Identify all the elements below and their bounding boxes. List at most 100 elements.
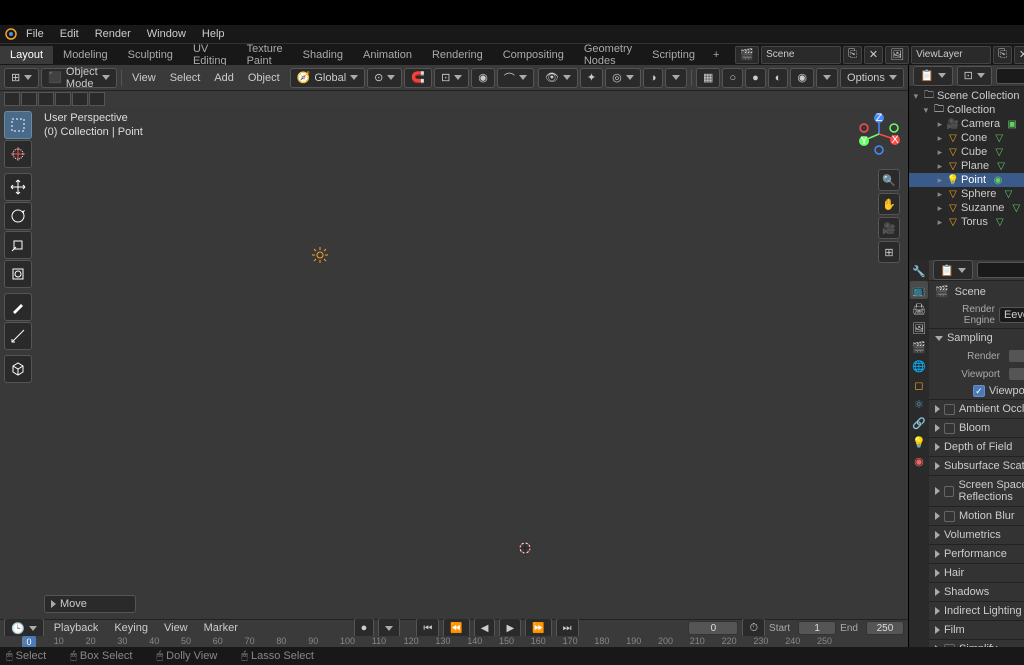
options-button[interactable]: Options	[840, 68, 904, 88]
axis-gizmo[interactable]: Z X Y	[858, 113, 900, 155]
section-ambient-occlusion[interactable]: Ambient Occlusion	[929, 399, 1024, 418]
tree-item-camera[interactable]: ▸🎥Camera▣◎📷	[909, 117, 1024, 131]
ptab-viewlayer[interactable]: 🖼	[910, 319, 928, 337]
tab-rendering[interactable]: Rendering	[422, 46, 493, 64]
tool-measure[interactable]	[4, 322, 32, 350]
add-workspace-button[interactable]: +	[705, 46, 727, 64]
prop-editor-type[interactable]: 📋	[933, 260, 973, 280]
snap-target[interactable]: ⊡	[434, 68, 469, 88]
tool-select-box[interactable]	[4, 111, 32, 139]
outliner-search[interactable]	[996, 68, 1024, 84]
editor-type-button[interactable]: ⊞	[4, 68, 39, 88]
scene-browser-button[interactable]: 🎬	[735, 46, 759, 64]
snap-opt-1[interactable]	[4, 92, 20, 106]
viewlayer-browser-button[interactable]: 🖼	[885, 46, 909, 64]
proportional-toggle[interactable]: ◉	[471, 68, 495, 88]
gizmo-menu[interactable]: ◎	[605, 68, 641, 88]
selectability-button[interactable]: 👁	[538, 68, 578, 88]
expand-icon[interactable]: ▸	[935, 203, 945, 214]
display-mode[interactable]: ⊡	[957, 66, 992, 86]
tab-animation[interactable]: Animation	[353, 46, 422, 64]
blender-logo-icon[interactable]	[4, 27, 18, 41]
snap-opt-6[interactable]	[89, 92, 105, 106]
delete-scene-button[interactable]: ✕	[864, 46, 883, 64]
ptab-data[interactable]: 💡	[910, 433, 928, 451]
ptab-constraints[interactable]: 🔗	[910, 414, 928, 432]
overlays-menu[interactable]	[665, 68, 687, 88]
snap-opt-5[interactable]	[72, 92, 88, 106]
tl-view[interactable]: View	[158, 620, 194, 636]
section-subsurface-scattering[interactable]: Subsurface Scattering	[929, 456, 1024, 475]
pivot-button[interactable]: ⊙	[367, 68, 402, 88]
menu-edit[interactable]: Edit	[52, 26, 87, 42]
tab-compositing[interactable]: Compositing	[493, 46, 574, 64]
ptab-tool[interactable]: 🔧	[910, 262, 928, 280]
last-operator-panel[interactable]: Move	[44, 595, 136, 613]
h-object[interactable]: Object	[242, 70, 286, 86]
keyframe-prev[interactable]: ⏪	[443, 618, 469, 638]
end-frame-field[interactable]: 250	[866, 621, 904, 635]
ptab-physics[interactable]: ⚛	[910, 395, 928, 413]
camera-view-button[interactable]: 🎥	[878, 217, 900, 239]
ptab-output[interactable]: 🖨	[910, 300, 928, 318]
shade-solid[interactable]: ●	[745, 68, 766, 88]
tree-collection[interactable]: ▾ 🗀 Collection ☑◎📷	[909, 103, 1024, 117]
pan-button[interactable]: ✋	[878, 193, 900, 215]
expand-icon[interactable]: ▸	[935, 175, 945, 186]
tree-item-suzanne[interactable]: ▸▽Suzanne▽◎📷	[909, 201, 1024, 215]
jump-start[interactable]: ⏮	[416, 618, 439, 638]
h-select[interactable]: Select	[164, 70, 207, 86]
snap-opt-3[interactable]	[38, 92, 54, 106]
checkbox-icon[interactable]	[944, 423, 955, 434]
tree-item-torus[interactable]: ▸▽Torus▽◎📷	[909, 215, 1024, 229]
render-engine-select[interactable]: Eevee	[999, 307, 1024, 323]
tab-shading[interactable]: Shading	[293, 46, 353, 64]
prop-search[interactable]	[977, 262, 1024, 278]
tab-scripting[interactable]: Scripting	[642, 46, 705, 64]
tab-modeling[interactable]: Modeling	[53, 46, 118, 64]
scene-name-field[interactable]: Scene	[761, 46, 841, 64]
new-viewlayer-button[interactable]: ⎘	[993, 46, 1012, 64]
tl-playback[interactable]: Playback	[48, 620, 105, 636]
outliner-type[interactable]: 📋	[913, 66, 953, 86]
point-light-object[interactable]	[312, 247, 328, 263]
tl-keying[interactable]: Keying	[108, 620, 154, 636]
expand-icon[interactable]: ▸	[935, 217, 945, 228]
viewlayer-name-field[interactable]: ViewLayer	[911, 46, 991, 64]
menu-render[interactable]: Render	[87, 26, 139, 42]
tool-move[interactable]	[4, 173, 32, 201]
snap-toggle[interactable]: 🧲	[404, 68, 432, 88]
play-rev[interactable]: ◀	[474, 618, 496, 638]
3d-viewport[interactable]: User Perspective (0) Collection | Point …	[0, 107, 908, 619]
tree-item-cube[interactable]: ▸▽Cube▽◎📷	[909, 145, 1024, 159]
autokey-toggle[interactable]: ●	[354, 618, 375, 638]
expand-icon[interactable]: ▸	[935, 147, 945, 158]
snap-opt-4[interactable]	[55, 92, 71, 106]
autokey-menu[interactable]	[378, 618, 400, 638]
keyframe-next[interactable]: ⏩	[525, 618, 551, 638]
mode-select[interactable]: ⬛Object Mode	[41, 68, 117, 88]
collapse-icon[interactable]: ▾	[911, 91, 921, 102]
tl-marker[interactable]: Marker	[198, 620, 244, 636]
shade-wire[interactable]: ○	[722, 68, 743, 88]
ptab-world[interactable]: 🌐	[910, 357, 928, 375]
shade-render[interactable]: ◉	[790, 68, 814, 88]
menu-file[interactable]: File	[18, 26, 52, 42]
delete-viewlayer-button[interactable]: ✕	[1014, 46, 1024, 64]
ptab-material[interactable]: ◉	[910, 452, 928, 470]
outliner-tree[interactable]: ▾ 🗀 Scene Collection ▾ 🗀 Collection ☑◎📷 …	[909, 87, 1024, 260]
tool-cursor[interactable]	[4, 140, 32, 168]
checkbox-icon[interactable]	[944, 486, 955, 497]
current-frame-field[interactable]: 0	[688, 621, 738, 635]
ptab-object[interactable]: ◻	[910, 376, 928, 394]
tree-item-cone[interactable]: ▸▽Cone▽◎📷	[909, 131, 1024, 145]
section-indirect-lighting[interactable]: Indirect Lighting	[929, 601, 1024, 620]
section-bloom[interactable]: Bloom	[929, 418, 1024, 437]
section-volumetrics[interactable]: Volumetrics	[929, 525, 1024, 544]
section-simplify[interactable]: Simplify	[929, 639, 1024, 647]
orientation-select[interactable]: 🧭Global	[290, 68, 366, 88]
xray-toggle[interactable]: ▦	[696, 68, 720, 88]
shade-matprev[interactable]: ◐	[768, 68, 789, 88]
preview-range-toggle[interactable]: ⏱	[742, 618, 765, 638]
gizmo-toggle[interactable]: ✦	[580, 68, 603, 88]
